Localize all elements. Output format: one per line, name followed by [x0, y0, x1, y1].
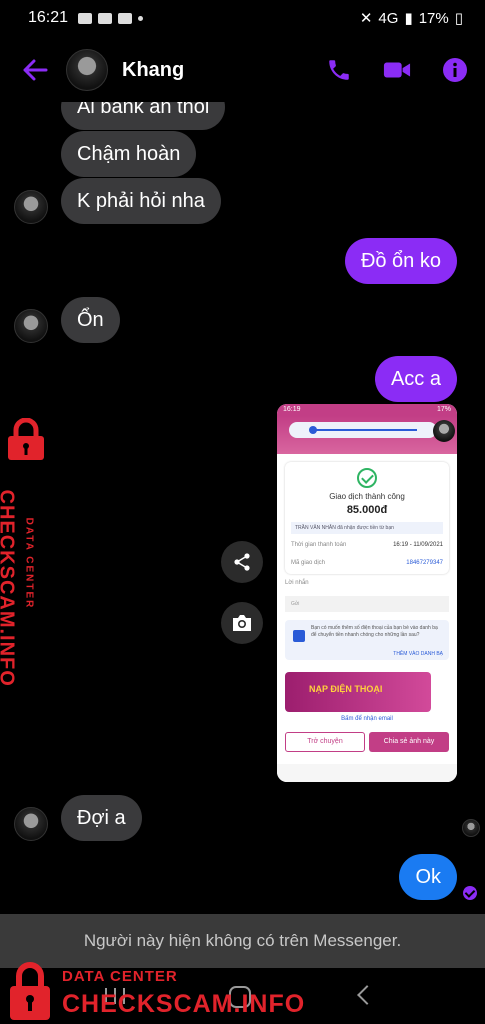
shot-receiver-note: TRẦN VĂN NHÂN đã nhận được tiền từ bạn: [291, 522, 443, 534]
battery-icon: ▯: [454, 10, 463, 27]
mute-icon: ✕: [359, 10, 373, 27]
back-arrow-icon: [23, 59, 48, 81]
shot-tx-value: 18467279347: [406, 560, 443, 566]
message-bubble-incoming[interactable]: Ổn: [61, 297, 120, 343]
back-button[interactable]: [18, 53, 52, 87]
camera-icon: [233, 615, 251, 631]
shot-banner: NẠP ĐIỆN THOẠI: [285, 672, 431, 712]
voice-call-button[interactable]: [325, 56, 353, 84]
youtube-icon: [118, 12, 133, 24]
watermark-side: DATA CENTER CHECKSCAM.INFO: [0, 418, 60, 687]
info-icon: [443, 58, 467, 82]
shot-receipt-card: Giao dịch thành công 85.000đ TRẦN VĂN NH…: [285, 462, 449, 574]
phone-icon: [329, 60, 349, 80]
contact-book-icon: [293, 630, 305, 642]
watermark-bottom: DATA CENTER CHECKSCAM.INFO: [8, 960, 304, 1024]
shot-status-bar: 16:19 17%: [277, 404, 457, 416]
shot-tx-label: Mã giao dịch: [291, 560, 326, 566]
shot-info-text: Bạn có muốn thêm số điện thoại của bạn b…: [311, 625, 438, 638]
shot-volume-slider: [289, 422, 437, 438]
status-bar: 16:21 ✕ 4G ▮ 17% ▯: [0, 0, 485, 36]
shot-message-value: Gửi: [285, 596, 449, 612]
battery-label: 17%: [418, 9, 449, 27]
shot-share-button: Chia sẻ ảnh này: [369, 732, 449, 752]
shot-info-box: Bạn có muốn thêm số điện thoại của bạn b…: [285, 620, 449, 660]
shot-status-battery: 17%: [436, 406, 451, 413]
sender-avatar[interactable]: [14, 807, 48, 841]
more-notifications-icon: [138, 15, 144, 21]
shot-chat-button: Trở chuyện: [285, 732, 365, 752]
video-call-button[interactable]: [383, 56, 411, 84]
shot-volume-area: [277, 416, 457, 454]
status-right: ✕ 4G ▮ 17% ▯: [359, 9, 463, 28]
shot-amount: 85.000đ: [346, 504, 388, 516]
shot-banner-text: NẠP ĐIỆN THOẠI: [309, 684, 383, 694]
message-bubble-outgoing[interactable]: Acc a: [374, 356, 457, 402]
watermark-bottom-line1: DATA CENTER: [62, 968, 178, 985]
contact-name[interactable]: Khang: [122, 59, 184, 82]
shot-time-label: Thời gian thanh toán: [291, 542, 347, 548]
message-bubble-incoming[interactable]: Ai bank an thôi: [61, 102, 226, 130]
status-time: 16:21: [28, 9, 69, 26]
notification-icons: [78, 12, 144, 24]
read-receipt-avatar: [462, 819, 480, 837]
chat-header: Khang: [0, 38, 485, 102]
system-back-button[interactable]: [357, 985, 377, 1005]
shot-message-label: Lời nhắn: [285, 580, 309, 586]
lock-icon: [10, 962, 50, 1020]
video-camera-icon: [383, 62, 411, 78]
header-actions: [325, 56, 471, 84]
gallery-icon: [78, 12, 93, 24]
camera-button[interactable]: [221, 602, 263, 644]
sender-avatar[interactable]: [14, 190, 48, 224]
contact-avatar[interactable]: [66, 49, 108, 91]
message-bubble-outgoing[interactable]: Đồ ổn ko: [344, 238, 457, 284]
shot-info-link: THÊM VÀO DANH BẠ: [393, 651, 443, 657]
message-bubble-incoming[interactable]: Chậm hoàn: [61, 131, 197, 177]
youtube-icon: [98, 12, 113, 24]
share-icon: [234, 553, 250, 571]
shot-success-title: Giao dịch thành công: [329, 492, 405, 501]
info-button[interactable]: [441, 56, 469, 84]
shot-status-time: 16:19: [283, 406, 301, 413]
message-bubble-incoming[interactable]: Đợi a: [61, 795, 142, 841]
shot-nav-bar: [277, 764, 457, 782]
shot-email-link: Bấm để nhận email: [277, 712, 457, 728]
watermark-side-line2: CHECKSCAM.INFO: [0, 489, 18, 687]
network-label: 4G: [378, 9, 399, 27]
shot-time-value: 16:19 - 11/09/2021: [393, 542, 443, 548]
sender-avatar[interactable]: [14, 309, 48, 343]
shot-time-row: Thời gian thanh toán 16:19 - 11/09/2021: [291, 542, 443, 548]
shot-tx-row: Mã giao dịch 18467279347: [291, 560, 443, 566]
delivered-check-icon: [463, 886, 477, 900]
shared-screenshot[interactable]: 16:19 17% Giao dịch thành công 85.000đ T…: [277, 404, 457, 782]
message-list[interactable]: Ai bank an thôi Chậm hoàn K phải hỏi nha…: [0, 102, 485, 914]
lock-icon: [8, 418, 44, 460]
message-bubble-outgoing[interactable]: Ok: [399, 854, 457, 900]
share-button[interactable]: [221, 541, 263, 583]
shot-avatar: [433, 420, 455, 442]
message-bubble-incoming[interactable]: K phải hỏi nha: [61, 178, 221, 224]
watermark-side-line1: DATA CENTER: [23, 517, 35, 610]
watermark-bottom-line2: CHECKSCAM.INFO: [62, 990, 306, 1018]
signal-icon: ▮: [404, 10, 413, 27]
success-check-icon: [357, 468, 377, 488]
